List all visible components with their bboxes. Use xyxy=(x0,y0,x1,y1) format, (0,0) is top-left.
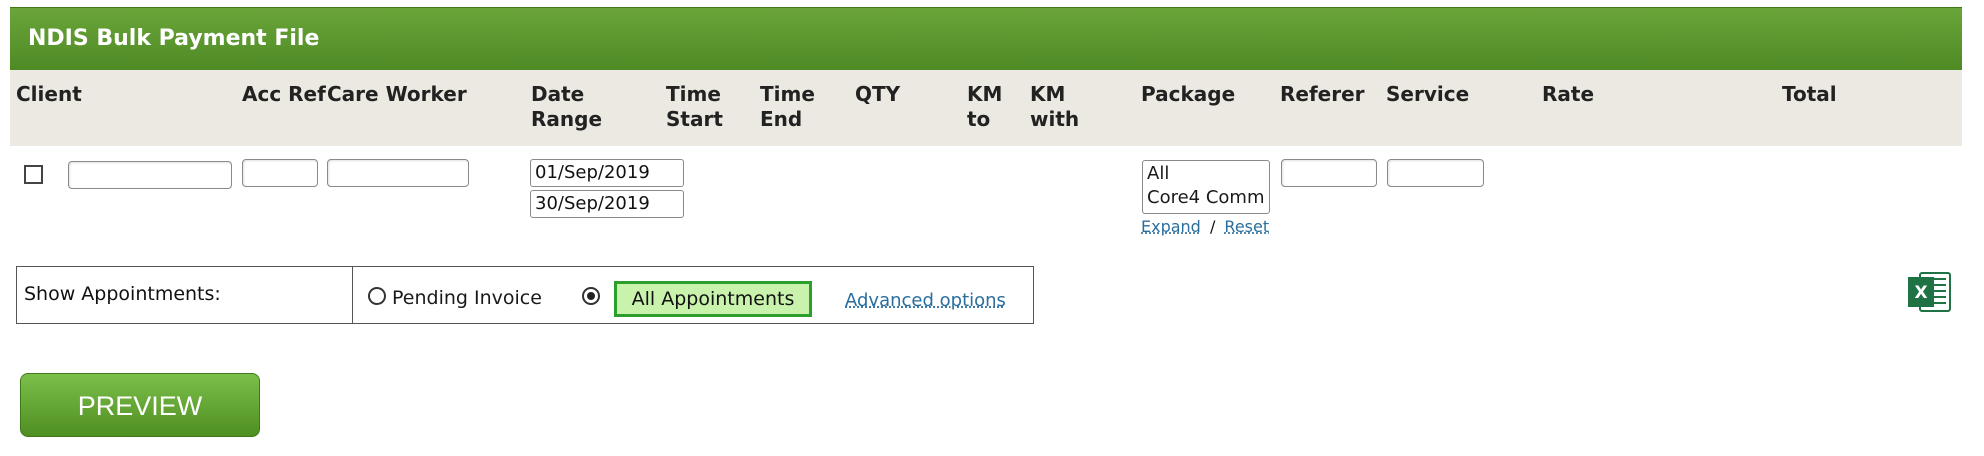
col-km-with: KM with xyxy=(1030,82,1079,132)
col-rate: Rate xyxy=(1542,82,1595,106)
page-header: NDIS Bulk Payment File xyxy=(10,7,1962,71)
col-km-to-line2: to xyxy=(967,107,991,131)
package-actions: Expand / Reset xyxy=(1141,217,1269,236)
col-care-worker: Care Worker xyxy=(327,82,467,106)
preview-button[interactable]: PREVIEW xyxy=(20,373,260,437)
package-actions-separator: / xyxy=(1209,217,1216,236)
all-appointments-option[interactable]: All Appointments xyxy=(614,281,812,317)
expand-link[interactable]: Expand xyxy=(1141,217,1201,236)
col-time-end-line1: Time xyxy=(760,82,815,106)
col-km-to-line1: KM xyxy=(967,82,1003,106)
show-appointments-label: Show Appointments: xyxy=(24,283,221,305)
client-filter-input[interactable] xyxy=(68,161,232,189)
col-referer: Referer xyxy=(1280,82,1365,106)
care-worker-filter-input[interactable] xyxy=(327,159,469,187)
col-km-with-line2: with xyxy=(1030,107,1080,131)
package-select[interactable]: All Core4 Comm xyxy=(1142,160,1270,214)
col-time-end-line2: End xyxy=(760,107,803,131)
date-to-input[interactable]: 30/Sep/2019 xyxy=(530,190,684,218)
package-option-core4[interactable]: Core4 Comm xyxy=(1147,186,1265,210)
excel-export-icon[interactable]: X xyxy=(1906,269,1952,315)
col-date-range-line1: Date xyxy=(531,82,585,106)
col-time-start-line2: Start xyxy=(666,107,723,131)
col-time-start: Time Start xyxy=(666,82,723,132)
col-km-with-line1: KM xyxy=(1030,82,1066,106)
col-client: Client xyxy=(16,82,82,106)
service-filter-input[interactable] xyxy=(1387,159,1484,187)
col-time-start-line1: Time xyxy=(666,82,721,106)
col-time-end: Time End xyxy=(760,82,815,132)
col-total: Total xyxy=(1782,82,1837,106)
column-header-row: Client Acc Ref Care Worker Date Range Ti… xyxy=(10,70,1962,146)
col-date-range-line2: Range xyxy=(531,107,603,131)
show-appointments-divider xyxy=(352,266,353,324)
radio-selected-dot xyxy=(587,292,595,300)
pending-invoice-label[interactable]: Pending Invoice xyxy=(392,287,542,309)
package-option-all[interactable]: All xyxy=(1147,162,1265,186)
col-km-to: KM to xyxy=(967,82,1002,132)
reset-link[interactable]: Reset xyxy=(1224,217,1269,236)
col-acc-ref: Acc Ref xyxy=(242,82,326,106)
excel-icon-letter: X xyxy=(1914,283,1927,303)
col-service: Service xyxy=(1386,82,1470,106)
acc-ref-filter-input[interactable] xyxy=(242,159,318,187)
col-package: Package xyxy=(1141,82,1236,106)
advanced-options-link[interactable]: Advanced options xyxy=(845,290,1006,311)
excel-icon: X xyxy=(1908,272,1951,312)
col-qty: QTY xyxy=(855,82,901,106)
select-all-checkbox[interactable] xyxy=(24,165,43,184)
date-from-input[interactable]: 01/Sep/2019 xyxy=(530,159,684,187)
col-date-range: Date Range xyxy=(531,82,602,132)
pending-invoice-radio[interactable] xyxy=(368,287,386,305)
referer-filter-input[interactable] xyxy=(1281,159,1377,187)
page-title: NDIS Bulk Payment File xyxy=(28,26,320,51)
all-appointments-radio[interactable] xyxy=(582,287,600,305)
